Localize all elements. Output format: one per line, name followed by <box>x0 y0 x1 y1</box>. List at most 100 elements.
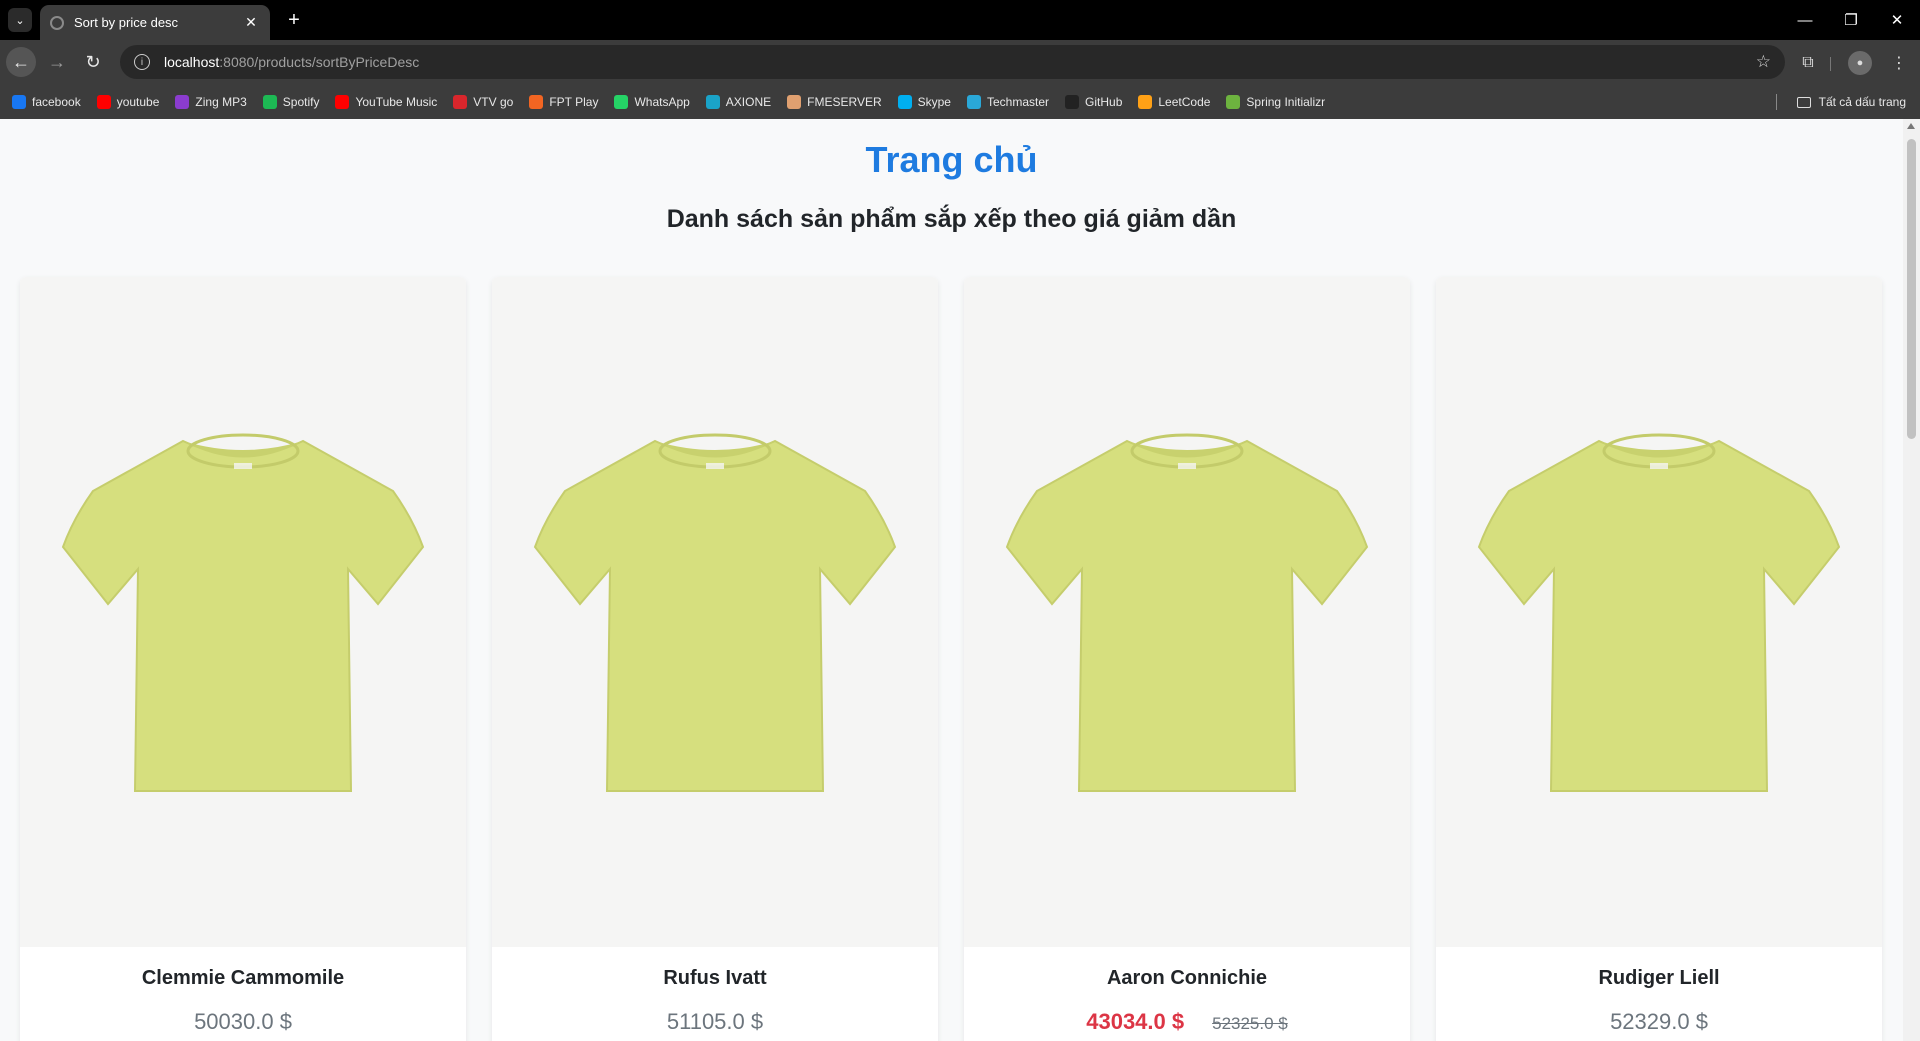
axione-icon <box>705 95 720 109</box>
window-minimize-button[interactable]: — <box>1782 0 1828 40</box>
leetcode-icon <box>1138 95 1153 109</box>
window-restore-button[interactable]: ❐ <box>1828 0 1874 40</box>
bookmark-github[interactable]: GitHub <box>1065 95 1122 109</box>
scrollbar-thumb[interactable] <box>1907 139 1916 439</box>
t-shirt-image <box>1005 433 1369 792</box>
bookmark-label: VTV go <box>473 95 514 109</box>
page-subtitle: Danh sách sản phẩm sắp xếp theo giá giảm… <box>666 205 1237 233</box>
bookmark-skype[interactable]: Skype <box>897 95 951 109</box>
bookmark-label: YouTube Music <box>355 95 438 109</box>
bookmark-label: FMESERVER <box>807 95 882 109</box>
product-name: Rudiger Liell <box>1598 967 1720 989</box>
product-image[interactable] <box>1436 277 1882 947</box>
bookmark-youtube[interactable]: youtube <box>96 95 160 109</box>
product-price: 43034.0 $ 52325.0 $ <box>964 1009 1410 1035</box>
tab-search-button[interactable]: ⌄ <box>8 8 32 32</box>
zing-mp3-icon <box>175 95 190 109</box>
product-grid: Clemmie Cammomile 50030.0 $ Rufus Ivatt … <box>20 277 1882 1041</box>
browser-toolbar: ← → ↻ i localhost:8080/products/sortByPr… <box>0 40 1920 85</box>
product-price: 50030.0 $ <box>20 1009 466 1035</box>
page-scrollbar[interactable] <box>1903 119 1920 1041</box>
facebook-icon <box>12 95 26 109</box>
fpt-play-icon <box>529 95 544 109</box>
t-shirt-image <box>1477 433 1841 792</box>
address-bar[interactable]: i localhost:8080/products/sortByPriceDes… <box>120 45 1785 79</box>
profile-avatar-icon[interactable]: ● <box>1848 51 1872 75</box>
product-name: Aaron Connichie <box>1106 967 1267 989</box>
whatsapp-icon <box>614 95 629 109</box>
bookmark-label: AXIONE <box>725 95 772 109</box>
window-close-button[interactable]: ✕ <box>1874 0 1920 40</box>
tab-title: Sort by price desc <box>74 15 179 30</box>
toolbar-divider <box>1830 57 1831 71</box>
sale-price: 43034.0 $ <box>1086 1009 1185 1034</box>
site-info-icon[interactable]: i <box>134 54 150 70</box>
new-tab-button[interactable]: + <box>282 8 306 32</box>
scroll-up-arrow-icon[interactable] <box>1907 123 1915 129</box>
fmeserver-icon <box>787 95 802 109</box>
bookmark-axione[interactable]: AXIONE <box>705 95 772 109</box>
tab-close-icon[interactable]: ✕ <box>242 14 260 32</box>
bookmark-spotify[interactable]: Spotify <box>262 95 320 109</box>
tab-favicon-icon <box>50 15 64 30</box>
folder-icon <box>1796 96 1811 108</box>
bookmark-whatsapp[interactable]: WhatsApp <box>614 95 690 109</box>
product-card[interactable]: Rufus Ivatt 51105.0 $ <box>492 277 938 1041</box>
product-price: 51105.0 $ <box>492 1009 938 1035</box>
spotify-icon <box>262 95 277 109</box>
github-icon <box>1065 95 1080 109</box>
techmaster-icon <box>966 95 981 109</box>
bookmark-label: Zing MP3 <box>195 95 247 109</box>
price-value: 51105.0 $ <box>666 1009 764 1034</box>
youtube-icon <box>96 95 111 109</box>
page-content: Trang chủ Danh sách sản phẩm sắp xếp the… <box>0 119 1903 1041</box>
vtv-go-icon <box>453 95 468 109</box>
bookmark-label: GitHub <box>1085 95 1123 109</box>
youtube-music-icon <box>335 95 350 109</box>
bookmark-techmaster[interactable]: Techmaster <box>966 95 1050 109</box>
product-price: 52329.0 $ <box>1436 1009 1882 1035</box>
bookmark-label: Spotify <box>282 95 320 109</box>
bookmark-label: Skype <box>917 95 951 109</box>
url-path: :8080/products/sortByPriceDesc <box>219 54 420 70</box>
product-name: Rufus Ivatt <box>663 967 767 989</box>
bookmark-label: facebook <box>32 95 81 109</box>
bookmark-label: Spring Initializr <box>1246 95 1326 109</box>
active-tab[interactable]: Sort by price desc ✕ <box>40 5 270 40</box>
url-host: localhost <box>164 54 220 70</box>
extensions-icon[interactable]: ⧉ <box>1795 50 1821 76</box>
bookmark-zing-mp3[interactable]: Zing MP3 <box>175 95 247 109</box>
bookmark-label: Techmaster <box>986 95 1050 109</box>
back-button[interactable]: ← <box>6 47 36 77</box>
bookmark-label: youtube <box>116 95 160 109</box>
product-name: Clemmie Cammomile <box>141 967 345 989</box>
product-card[interactable]: Rudiger Liell 52329.0 $ <box>1436 277 1882 1041</box>
price-value: 50030.0 $ <box>194 1009 292 1034</box>
reload-button[interactable]: ↻ <box>78 47 108 77</box>
all-bookmarks-button[interactable]: Tất cả dấu trang <box>1796 85 1906 119</box>
t-shirt-image <box>533 433 897 792</box>
product-image[interactable] <box>20 277 466 947</box>
bookmark-label: FPT Play <box>549 95 599 109</box>
bookmark-facebook[interactable]: facebook <box>12 95 81 109</box>
bookmark-spring[interactable]: Spring Initializr <box>1226 95 1325 109</box>
product-image[interactable] <box>964 277 1410 947</box>
bookmarks-bar: facebook youtube Zing MP3 Spotify YouTube Mu… <box>0 85 1920 119</box>
bookmark-fmeserver[interactable]: FMESERVER <box>787 95 882 109</box>
bookmark-vtv-go[interactable]: VTV go <box>453 95 513 109</box>
bookmark-label: WhatsApp <box>634 95 690 109</box>
original-price: 52325.0 $ <box>1212 1014 1288 1033</box>
product-card[interactable]: Aaron Connichie 43034.0 $ 52325.0 $ <box>964 277 1410 1041</box>
forward-button[interactable]: → <box>42 47 72 77</box>
product-image[interactable] <box>492 277 938 947</box>
t-shirt-image <box>61 433 425 792</box>
all-bookmarks-label: Tất cả dấu trang <box>1818 95 1906 109</box>
bookmark-youtube-music[interactable]: YouTube Music <box>335 95 437 109</box>
bookmark-fpt-play[interactable]: FPT Play <box>529 95 598 109</box>
product-card[interactable]: Clemmie Cammomile 50030.0 $ <box>20 277 466 1041</box>
bookmark-star-icon[interactable]: ☆ <box>1756 52 1771 72</box>
price-value: 52329.0 $ <box>1610 1009 1708 1034</box>
bookmark-leetcode[interactable]: LeetCode <box>1138 95 1210 109</box>
page-title[interactable]: Trang chủ <box>0 139 1903 181</box>
browser-menu-icon[interactable]: ⋮ <box>1886 50 1912 76</box>
